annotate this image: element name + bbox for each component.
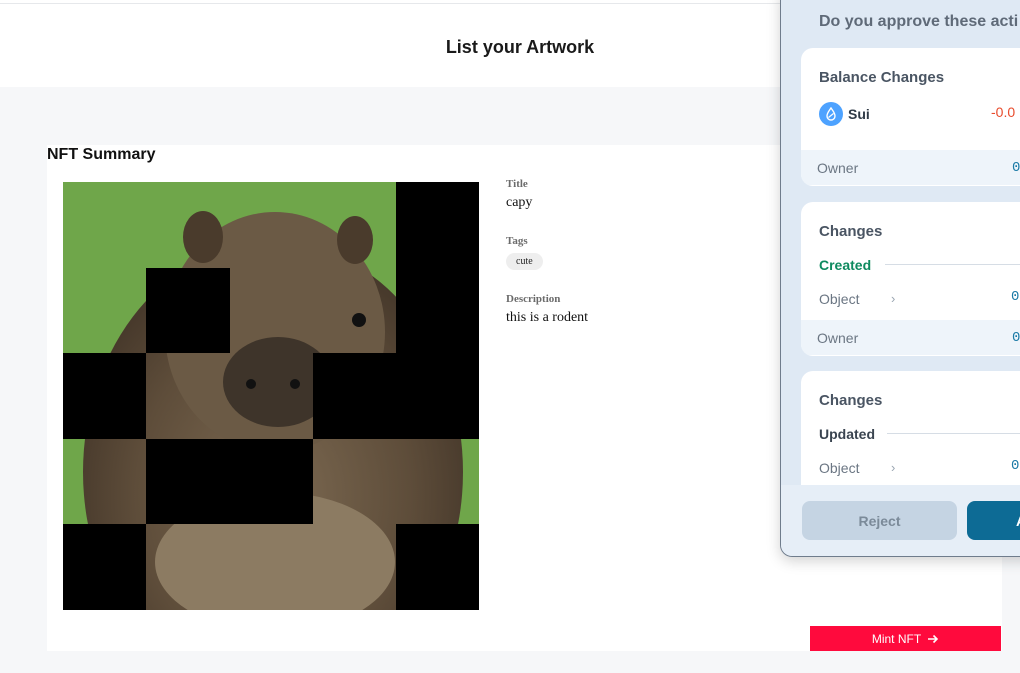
owner-value[interactable]: 0 <box>1012 160 1020 176</box>
created-object-label[interactable]: Object <box>819 291 859 307</box>
created-label: Created <box>819 257 872 273</box>
owner-label: Owner <box>817 330 859 346</box>
created-owner-row: Owner 0 <box>801 320 1020 355</box>
updated-object-value[interactable]: 0 <box>1011 458 1019 474</box>
chevron-right-icon[interactable]: › <box>891 291 895 306</box>
created-divider <box>885 264 1020 265</box>
mint-nft-button[interactable]: Mint NFT <box>810 626 1001 651</box>
approve-button[interactable]: A <box>967 501 1020 540</box>
updated-divider <box>887 433 1020 434</box>
description-field: Description this is a rodent <box>506 293 588 326</box>
title-field: Title capy <box>506 178 532 211</box>
tags-label: Tags <box>506 235 528 247</box>
reject-button[interactable]: Reject <box>802 501 957 540</box>
created-changes-title: Changes <box>819 223 883 240</box>
approval-question: Do you approve these acti <box>819 13 1019 30</box>
created-changes-card: Changes Created Object › 0 Owner 0 <box>801 202 1020 356</box>
balance-amount: -0.0 <box>991 104 1016 120</box>
title-label: Title <box>506 178 528 190</box>
arrow-right-icon <box>928 634 939 643</box>
updated-changes-card: Changes Updated Object › 0 <box>801 371 1020 501</box>
updated-label: Updated <box>819 426 875 442</box>
tags-field: Tags cute <box>506 235 543 270</box>
owner-value[interactable]: 0 <box>1012 330 1020 346</box>
popup-footer: Reject A <box>781 485 1020 556</box>
tag-chip: cute <box>506 253 543 270</box>
owner-label: Owner <box>817 160 859 176</box>
chevron-right-icon[interactable]: › <box>891 460 895 475</box>
nft-summary-heading: NFT Summary <box>47 146 156 163</box>
description-value: this is a rodent <box>506 310 589 325</box>
balance-changes-title: Balance Changes <box>819 69 945 86</box>
wallet-approval-popup: Do you approve these acti Balance Change… <box>780 0 1020 557</box>
mint-nft-label: Mint NFT <box>871 631 922 646</box>
nft-image <box>63 182 479 610</box>
balance-owner-row: Owner 0 <box>801 150 1020 185</box>
created-object-value[interactable]: 0 <box>1011 289 1019 305</box>
sui-coin-icon <box>819 102 843 126</box>
title-value: capy <box>506 195 533 210</box>
description-label: Description <box>506 293 561 305</box>
updated-object-label[interactable]: Object <box>819 460 859 476</box>
coin-name: Sui <box>848 106 870 122</box>
updated-changes-title: Changes <box>819 392 883 409</box>
balance-changes-card: Balance Changes Sui -0.0 Owner 0 <box>801 48 1020 186</box>
